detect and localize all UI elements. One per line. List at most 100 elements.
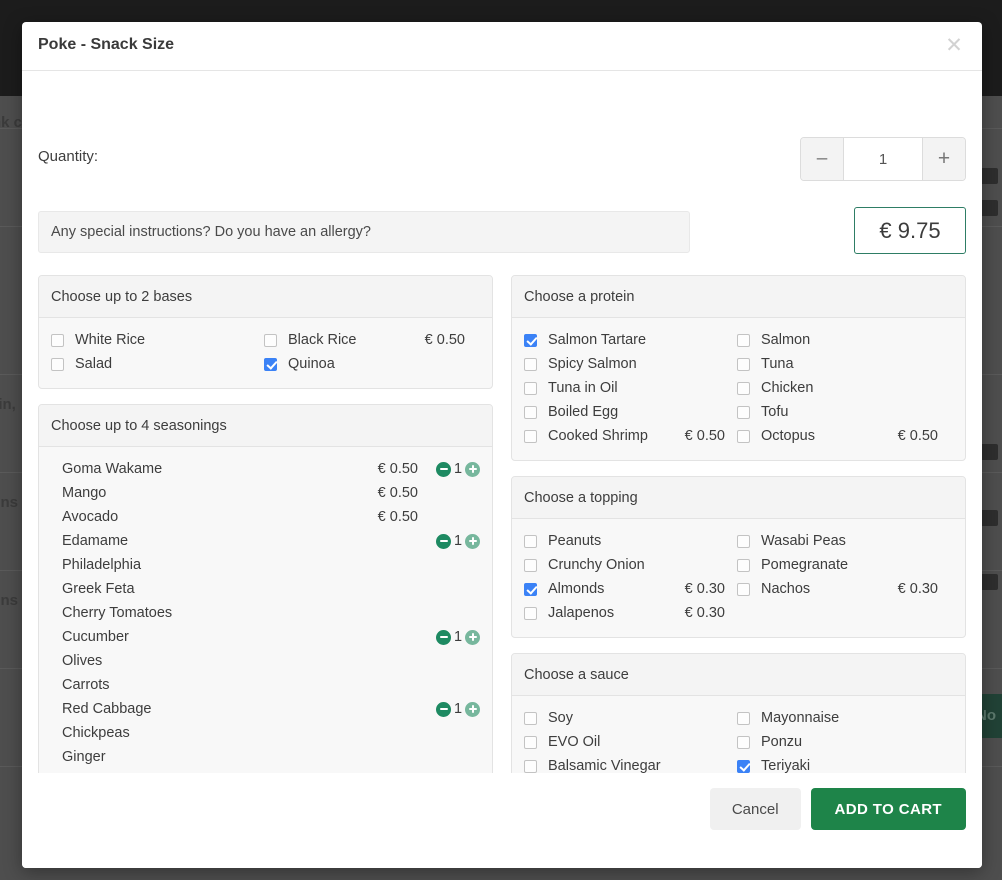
checkbox-icon[interactable] (524, 559, 537, 572)
option-row[interactable]: Cooked Shrimp€ 0.50 (512, 424, 725, 448)
option-price: € 0.50 (685, 428, 725, 444)
option-row[interactable]: Almonds€ 0.30 (512, 577, 725, 601)
option-row[interactable]: Salmon (725, 328, 938, 352)
option-row[interactable]: Soy (512, 706, 725, 730)
option-row[interactable]: Philadelphia (39, 553, 492, 577)
checkbox-icon[interactable] (524, 736, 537, 749)
minus-circle-icon[interactable] (436, 534, 451, 549)
option-row[interactable]: Tofu (725, 400, 938, 424)
option-row[interactable]: Octopus€ 0.50 (725, 424, 938, 448)
seasonings-option-list: Goma Wakame€ 0.501Mango€ 0.50Avocado€ 0.… (39, 457, 492, 769)
option-row[interactable]: Wasabi Peas (725, 529, 938, 553)
option-quantity-value: 1 (453, 461, 463, 477)
option-row[interactable]: Tuna (725, 352, 938, 376)
option-price: € 0.30 (898, 581, 938, 597)
option-row[interactable]: Tuna in Oil (512, 376, 725, 400)
option-row[interactable]: Mango€ 0.50 (39, 481, 492, 505)
option-row[interactable]: Olives (39, 649, 492, 673)
checkbox-icon[interactable] (264, 334, 277, 347)
option-label: Peanuts (548, 533, 601, 549)
background-chip (980, 168, 998, 184)
checkbox-icon[interactable] (737, 358, 750, 371)
option-label: Ginger (62, 749, 106, 765)
option-row[interactable]: Cherry Tomatoes (39, 601, 492, 625)
plus-circle-icon[interactable] (465, 462, 480, 477)
option-row[interactable]: Carrots (39, 673, 492, 697)
checkbox-icon[interactable] (737, 712, 750, 725)
close-icon[interactable]: ✕ (940, 32, 968, 60)
option-quantity-value: 1 (453, 701, 463, 717)
checkbox-checked-icon[interactable] (524, 583, 537, 596)
option-row[interactable]: Jalapenos€ 0.30 (512, 601, 725, 625)
checkbox-icon[interactable] (737, 334, 750, 347)
option-row[interactable]: Greek Feta (39, 577, 492, 601)
option-row[interactable]: Quinoa (252, 352, 465, 376)
option-label: Teriyaki (761, 758, 810, 774)
cancel-button[interactable]: Cancel (710, 788, 801, 830)
plus-circle-icon[interactable] (465, 534, 480, 549)
option-row[interactable]: Boiled Egg (512, 400, 725, 424)
options-column-left: Choose up to 2 bases White RiceBlack Ric… (38, 275, 493, 791)
option-row[interactable]: Mayonnaise (725, 706, 938, 730)
checkbox-checked-icon[interactable] (737, 760, 750, 773)
option-row[interactable]: Ponzu (725, 730, 938, 754)
checkbox-icon[interactable] (524, 430, 537, 443)
checkbox-icon[interactable] (524, 358, 537, 371)
plus-circle-icon[interactable] (465, 630, 480, 645)
option-row[interactable]: Salad (39, 352, 252, 376)
option-row[interactable]: Cucumber1 (39, 625, 492, 649)
option-row[interactable]: Black Rice€ 0.50 (252, 328, 465, 352)
option-row[interactable]: Pomegranate (725, 553, 938, 577)
option-row[interactable]: Nachos€ 0.30 (725, 577, 938, 601)
option-row[interactable]: Salmon Tartare (512, 328, 725, 352)
option-label: Salmon Tartare (548, 332, 646, 348)
section-sauce: Choose a sauce SoyMayonnaiseEVO OilPonzu… (511, 653, 966, 791)
quantity-increase-button[interactable]: + (923, 138, 965, 180)
option-row[interactable]: Ginger (39, 745, 492, 769)
option-row[interactable]: Edamame1 (39, 529, 492, 553)
checkbox-icon[interactable] (737, 382, 750, 395)
checkbox-icon[interactable] (737, 430, 750, 443)
quantity-decrease-button[interactable]: – (801, 138, 843, 180)
checkbox-icon[interactable] (737, 535, 750, 548)
option-row[interactable]: Peanuts (512, 529, 725, 553)
checkbox-icon[interactable] (524, 382, 537, 395)
option-label: Black Rice (288, 332, 357, 348)
option-row[interactable]: EVO Oil (512, 730, 725, 754)
quantity-input[interactable] (843, 138, 923, 180)
checkbox-icon[interactable] (737, 559, 750, 572)
checkbox-icon[interactable] (737, 406, 750, 419)
option-row[interactable]: Avocado€ 0.50 (39, 505, 492, 529)
checkbox-icon[interactable] (524, 406, 537, 419)
option-row[interactable]: Goma Wakame€ 0.501 (39, 457, 492, 481)
options-column-right: Choose a protein Salmon TartareSalmonSpi… (511, 275, 966, 791)
checkbox-icon[interactable] (524, 607, 537, 620)
checkbox-icon[interactable] (524, 760, 537, 773)
checkbox-icon[interactable] (737, 736, 750, 749)
option-row[interactable]: Crunchy Onion (512, 553, 725, 577)
minus-circle-icon[interactable] (436, 462, 451, 477)
option-row[interactable]: White Rice (39, 328, 252, 352)
checkbox-icon[interactable] (737, 583, 750, 596)
sauce-option-grid: SoyMayonnaiseEVO OilPonzu Balsamic Vinega… (512, 706, 965, 778)
option-label: Edamame (62, 533, 128, 549)
checkbox-checked-icon[interactable] (524, 334, 537, 347)
option-price: € 0.50 (348, 485, 418, 501)
checkbox-icon[interactable] (51, 334, 64, 347)
checkbox-icon[interactable] (524, 712, 537, 725)
option-row[interactable]: Chickpeas (39, 721, 492, 745)
option-row[interactable]: Red Cabbage1 (39, 697, 492, 721)
special-instructions-input[interactable] (38, 211, 690, 253)
checkbox-checked-icon[interactable] (264, 358, 277, 371)
plus-circle-icon[interactable] (465, 702, 480, 717)
footer-buttons: Cancel ADD TO CART (710, 788, 966, 830)
option-row[interactable]: Chicken (725, 376, 938, 400)
checkbox-icon[interactable] (51, 358, 64, 371)
option-row[interactable]: Spicy Salmon (512, 352, 725, 376)
option-label: Tuna in Oil (548, 380, 618, 396)
checkbox-icon[interactable] (524, 535, 537, 548)
add-to-cart-button[interactable]: ADD TO CART (811, 788, 966, 830)
minus-circle-icon[interactable] (436, 702, 451, 717)
option-label: Balsamic Vinegar (548, 758, 661, 774)
minus-circle-icon[interactable] (436, 630, 451, 645)
